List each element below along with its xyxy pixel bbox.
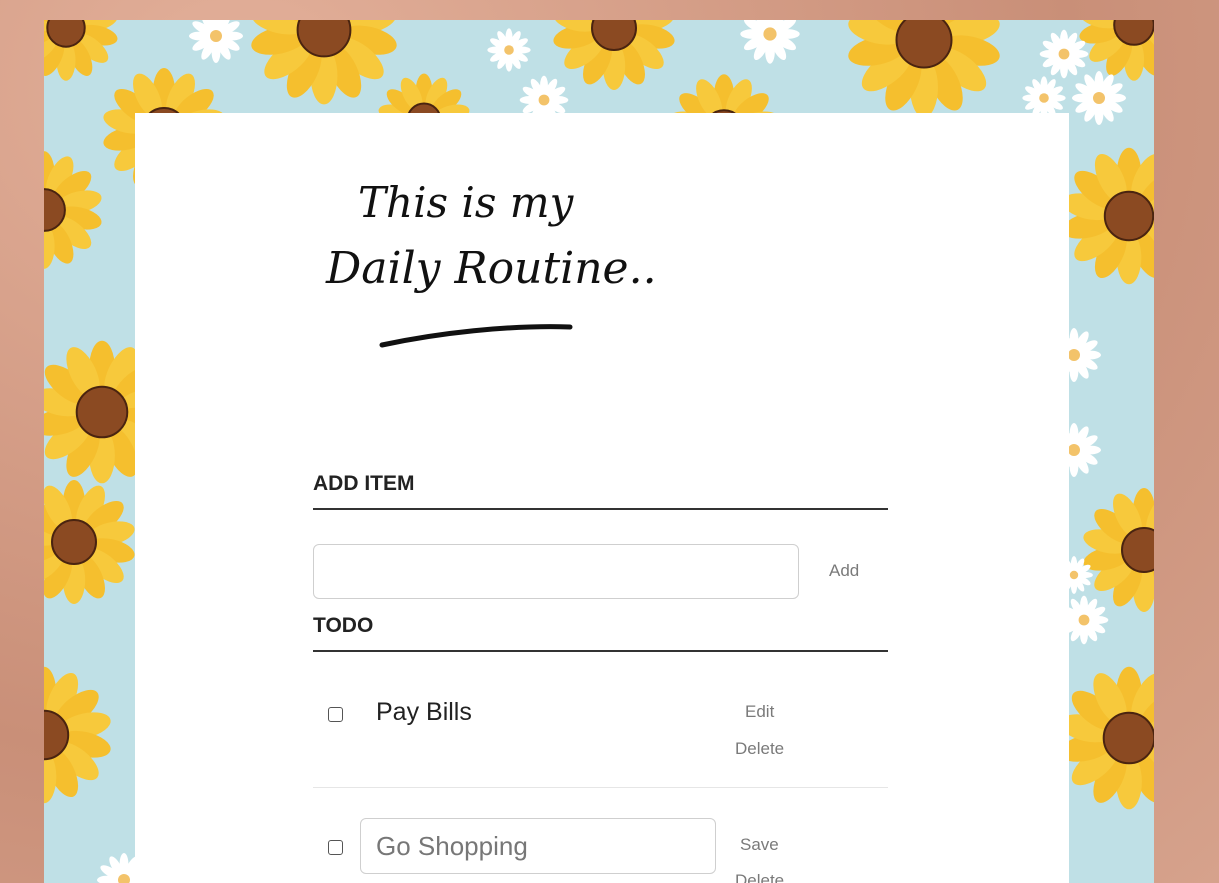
handwritten-title: This is my Daily Routine... — [325, 178, 658, 348]
sunflower-icon — [1059, 666, 1154, 810]
sunflower-icon — [44, 20, 118, 81]
item-divider — [313, 787, 888, 788]
todo-heading: TODO — [313, 614, 888, 652]
title-line-2: Daily Routine... — [325, 243, 658, 294]
add-item-input[interactable] — [313, 544, 799, 599]
add-item-heading: ADD ITEM — [313, 472, 888, 510]
sunflower-icon — [44, 666, 111, 804]
sunflower-icon — [251, 20, 397, 105]
daisy-icon — [1072, 71, 1126, 125]
sunflower-icon — [1079, 20, 1154, 81]
sunflower-icon — [44, 151, 102, 269]
go-shopping-checkbox[interactable] — [328, 840, 343, 855]
pay-bills-checkbox[interactable] — [328, 707, 343, 722]
delete-button[interactable]: Delete — [735, 739, 784, 759]
daisy-icon — [189, 20, 243, 63]
edit-item-input[interactable] — [360, 818, 716, 874]
title-underline — [379, 324, 573, 348]
sunflower-icon — [553, 20, 675, 90]
todo-item-label: Pay Bills — [376, 698, 472, 726]
sunflower-icon — [848, 20, 1000, 118]
delete-button[interactable]: Delete — [735, 871, 784, 883]
sunflower-icon — [44, 480, 135, 604]
sunflower-icon — [1083, 488, 1154, 612]
title-line-1: This is my — [358, 178, 575, 227]
sunflower-icon — [1062, 147, 1154, 285]
add-button[interactable]: Add — [829, 561, 859, 581]
save-button[interactable]: Save — [740, 835, 779, 855]
daisy-icon — [487, 28, 531, 72]
edit-button[interactable]: Edit — [745, 702, 774, 722]
daisy-icon — [740, 20, 800, 64]
